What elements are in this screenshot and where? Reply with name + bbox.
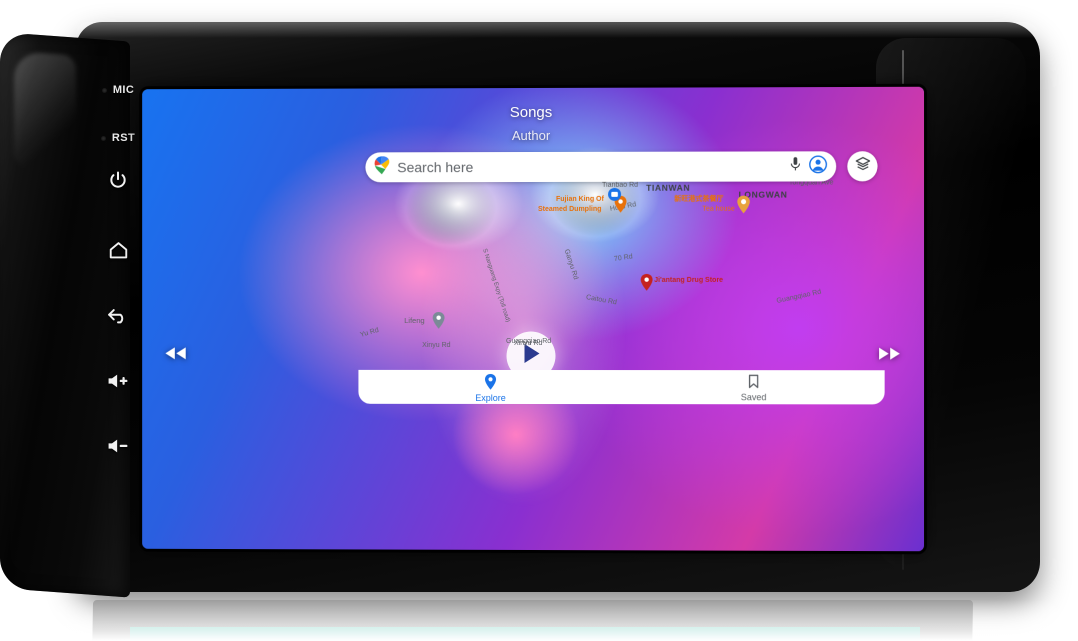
mic-label: MIC [112,84,135,96]
map-poi-label: Fujian King Of [556,195,604,203]
mic-indicator: MIC [101,84,135,96]
back-arrow-icon[interactable] [107,307,129,330]
car-head-unit-device: MIC RST Fujian King Of Steamed Dumpling … [0,22,1040,598]
map-search-bar[interactable]: Search here [365,151,837,183]
map-nav-label: Explore [475,392,506,403]
map-pin-tea-house[interactable] [737,195,751,219]
map-bottom-nav: Explore Saved [358,369,885,405]
touchscreen-display[interactable]: 10:10 10 [142,86,925,552]
device-reflection [0,600,1078,641]
map-street-label: Xinyu Rd [514,339,543,348]
mic-led-icon [101,87,107,93]
reset-led-icon [100,135,106,141]
map-search-input[interactable]: Search here [397,158,782,175]
reflection-fade [0,600,1078,641]
map-pin-lifeng[interactable] [432,312,446,334]
map-nav-explore[interactable]: Explore [475,373,506,403]
microphone-icon[interactable] [790,156,801,176]
power-icon[interactable] [108,170,128,195]
side-control-strip: MIC RST [92,84,144,504]
google-maps-pin-icon [374,156,391,179]
location-pin-icon [484,373,497,391]
map-street-label: Xinyu Rd [422,341,451,349]
bookmark-icon [748,374,760,391]
map-poi-label: 新旺港式茶餐厅 [674,195,724,203]
track-title: Songs [509,103,553,122]
reset-button[interactable]: RST [100,132,136,144]
track-author: Author [511,127,551,144]
map-nav-label: Saved [740,392,767,403]
map-poi-label: Lifeng [404,316,425,325]
map-nav-saved[interactable]: Saved [740,374,767,403]
map-poi-label: Steamed Dumpling [537,205,602,213]
volume-down-icon[interactable] [106,437,130,460]
map-pin-drug-store[interactable] [640,273,653,296]
map-layers-button[interactable] [847,151,878,182]
home-icon[interactable] [108,241,129,265]
map-marker-hotel[interactable] [607,187,621,206]
reset-label: RST [111,132,136,144]
account-avatar-icon[interactable] [809,155,827,178]
map-layers-icon [855,156,870,176]
map-poi-label: Tea house [702,205,735,213]
volume-up-icon[interactable] [106,372,130,395]
map-poi-label: Ji'antang Drug Store [654,276,724,284]
map-area-label: TIANWAN [646,182,691,193]
top-background [0,0,1078,22]
